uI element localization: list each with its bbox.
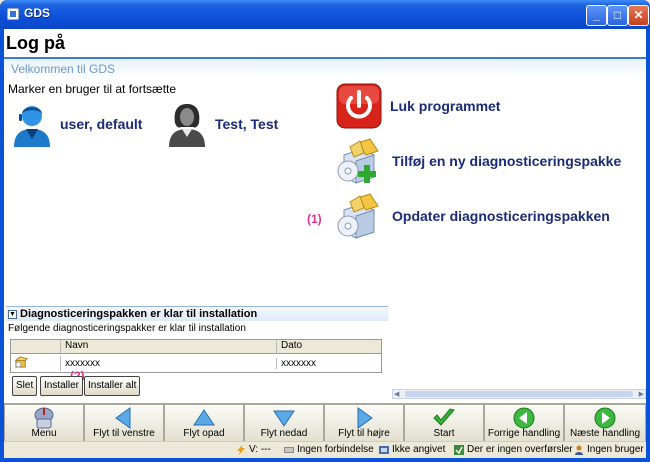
user-label: Test, Test <box>215 116 279 132</box>
arrow-right-icon <box>357 407 373 429</box>
app-window: GDS _ □ ✕ Log på Velkommen til GDS Marke… <box>0 0 650 462</box>
scroll-right-icon[interactable]: ▶ <box>639 390 644 398</box>
status-transfers: Der er ingen overførsler <box>454 444 573 455</box>
move-right-button[interactable]: Flyt til højre <box>324 404 404 442</box>
menu-button[interactable]: Menu <box>4 404 84 442</box>
start-button[interactable]: Start <box>404 404 484 442</box>
scroll-thumb[interactable] <box>405 391 633 397</box>
checkmark-icon <box>433 408 455 426</box>
toolbar-label: Flyt til venstre <box>93 428 155 439</box>
toolbar-label: Forrige handling <box>487 428 561 439</box>
install-button[interactable]: Installer <box>40 376 84 396</box>
table-row[interactable]: xxxxxxx xxxxxxx <box>11 354 381 372</box>
update-package-button[interactable]: Opdater diagnosticeringspakken <box>334 192 610 240</box>
status-connection: Ingen forbindelse <box>284 444 374 455</box>
arrow-left-icon <box>115 407 131 429</box>
lightning-icon <box>237 444 245 455</box>
power-icon <box>336 83 382 129</box>
app-icon <box>7 8 19 20</box>
arrow-up-icon <box>193 409 215 426</box>
package-icon <box>14 355 28 368</box>
welcome-text: Velkommen til GDS <box>11 62 116 76</box>
vehicle-icon <box>379 445 389 454</box>
menu-icon <box>34 407 54 429</box>
add-package-label: Tilføj en ny diagnosticeringspakke <box>392 153 622 169</box>
toolbar-label: Flyt til højre <box>338 428 390 439</box>
previous-action-button[interactable]: Forrige handling <box>484 404 564 442</box>
forward-icon <box>594 407 616 429</box>
arrow-down-icon <box>273 410 295 427</box>
date-column-header[interactable]: Dato <box>277 340 381 353</box>
user-status-text: Ingen bruger <box>587 444 644 455</box>
user-default[interactable]: user, default <box>10 101 142 147</box>
row-icon-cell <box>11 355 61 371</box>
install-panel-subtitle: Følgende diagnosticeringspakker er klar … <box>8 323 246 334</box>
connection-icon <box>284 446 294 453</box>
collapse-icon[interactable]: ▼ <box>8 310 17 319</box>
move-down-button[interactable]: Flyt nedad <box>244 404 324 442</box>
toolbar-label: Start <box>433 428 455 439</box>
title-bar[interactable]: GDS _ □ ✕ <box>0 0 650 29</box>
status-user: Ingen bruger <box>574 444 644 455</box>
install-panel-title: Diagnosticeringspakken er klar til insta… <box>20 308 258 320</box>
add-package-button[interactable]: Tilføj en ny diagnosticeringspakke <box>334 137 621 185</box>
bottom-toolbar: Menu Flyt til venstre Flyt opad Flyt ned… <box>4 403 646 442</box>
female-user-icon <box>169 104 205 147</box>
male-user-icon <box>14 106 50 147</box>
page-title: Log på <box>6 33 65 53</box>
horizontal-scrollbar[interactable]: ◀ ▶ <box>392 389 646 399</box>
package-table: Navn Dato xxxxxxx xxxxxxx <box>10 339 382 373</box>
quit-label: Luk programmet <box>390 98 501 114</box>
user-label: user, default <box>60 116 143 132</box>
instruction-text: Marker en bruger til at fortsætte <box>8 82 177 96</box>
toolbar-label: Flyt opad <box>183 428 225 439</box>
callout-marker-1: (1) <box>307 212 322 226</box>
status-bar: V: --- Ingen forbindelse Ikke angivet De… <box>4 441 646 458</box>
update-package-label: Opdater diagnosticeringspakken <box>392 208 610 224</box>
minimize-button[interactable]: _ <box>586 5 607 26</box>
table-header: Navn Dato <box>11 340 381 354</box>
next-action-button[interactable]: Næste handling <box>564 404 646 442</box>
maximize-button[interactable]: □ <box>607 5 628 26</box>
quit-program-button[interactable]: Luk programmet <box>336 83 500 129</box>
move-up-button[interactable]: Flyt opad <box>164 404 244 442</box>
status-version: V: --- <box>236 444 271 455</box>
specified-text: Ikke angivet <box>392 444 446 455</box>
row-date-cell: xxxxxxx <box>281 357 316 369</box>
back-icon <box>513 407 535 429</box>
connection-text: Ingen forbindelse <box>297 444 374 455</box>
user-status-icon <box>575 445 583 455</box>
close-button[interactable]: ✕ <box>628 5 649 26</box>
toolbar-label: Menu <box>31 428 57 439</box>
package-update-icon <box>337 193 379 239</box>
scroll-left-icon[interactable]: ◀ <box>394 390 399 398</box>
toolbar-label: Flyt nedad <box>260 428 308 439</box>
move-left-button[interactable]: Flyt til venstre <box>84 404 164 442</box>
toolbar-label: Næste handling <box>569 428 641 439</box>
version-text: V: --- <box>249 444 271 455</box>
status-specified: Ikke angivet <box>379 444 445 455</box>
name-column-header[interactable]: Navn <box>61 340 277 353</box>
transfer-icon <box>454 444 464 455</box>
client-area: Log på Velkommen til GDS Marker en bruge… <box>4 29 646 458</box>
window-title: GDS <box>24 6 51 20</box>
row-name-cell: xxxxxxx <box>61 357 277 369</box>
install-panel-header[interactable]: ▼ Diagnosticeringspakken er klar til ins… <box>6 306 388 321</box>
welcome-bar: Velkommen til GDS <box>4 57 646 77</box>
package-add-icon <box>337 138 379 184</box>
icon-column-header <box>11 340 61 353</box>
user-test[interactable]: Test, Test <box>165 101 278 147</box>
install-all-button[interactable]: Installer alt <box>84 376 141 396</box>
transfers-text: Der er ingen overførsler <box>467 444 573 455</box>
delete-button[interactable]: Slet <box>12 376 38 396</box>
